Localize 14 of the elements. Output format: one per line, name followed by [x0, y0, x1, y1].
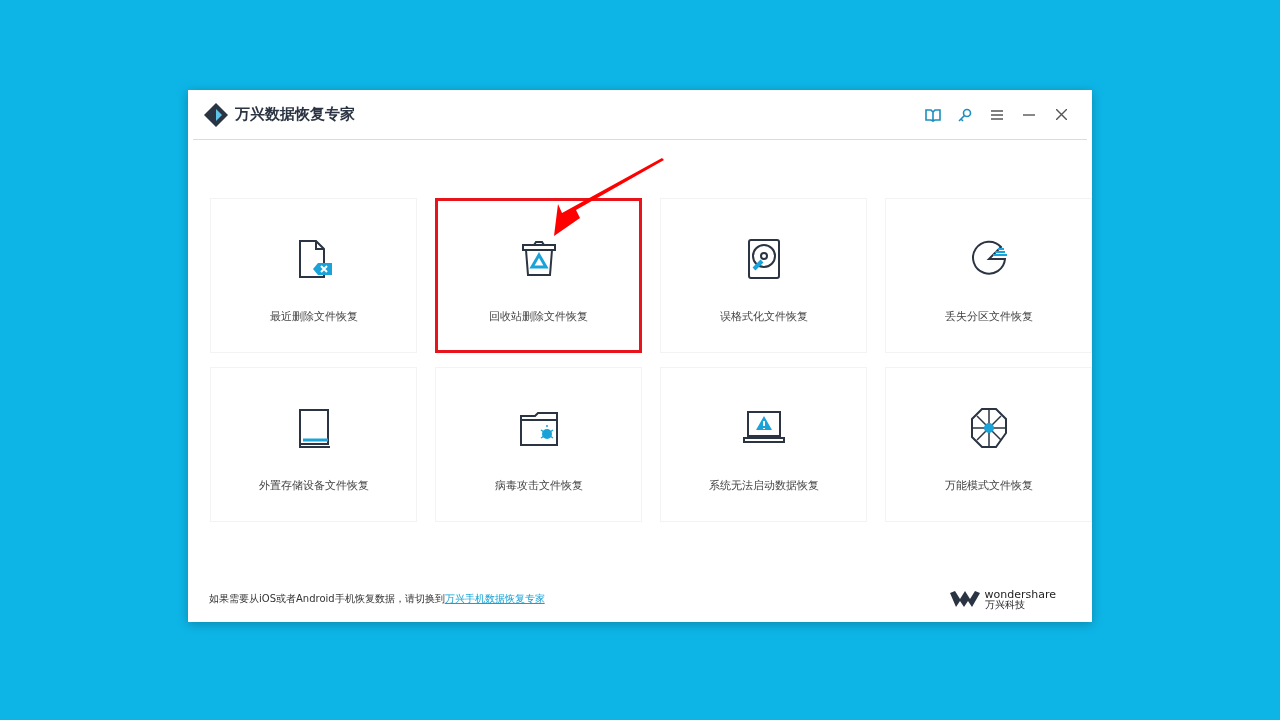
window-title: 万兴数据恢复专家 — [235, 105, 356, 124]
footer-note: 如果需要从iOS或者Android手机恢复数据，请切换到万兴手机数据恢复专家 — [209, 592, 545, 606]
recovery-option-card[interactable]: 误格式化文件恢复 — [660, 198, 867, 353]
brand-name: wondershare — [984, 588, 1056, 600]
recovery-option-card[interactable]: 丢失分区文件恢复 — [885, 198, 1092, 353]
recovery-option-card[interactable]: 万能模式文件恢复 — [885, 367, 1092, 522]
recovery-option-card[interactable]: 外置存储设备文件恢复 — [210, 367, 417, 522]
recovery-option-card[interactable]: 最近删除文件恢复 — [210, 198, 417, 353]
app-logo-icon — [203, 101, 229, 128]
brand-subtitle: 万兴科技 — [984, 599, 1026, 610]
recovery-option-card[interactable]: 系统无法启动数据恢复 — [660, 367, 867, 522]
recovery-option-card[interactable]: 回收站删除文件恢复 — [435, 198, 642, 353]
brand-logo-icon — [949, 591, 980, 607]
recovery-option-card[interactable]: 病毒攻击文件恢复 — [435, 367, 642, 522]
